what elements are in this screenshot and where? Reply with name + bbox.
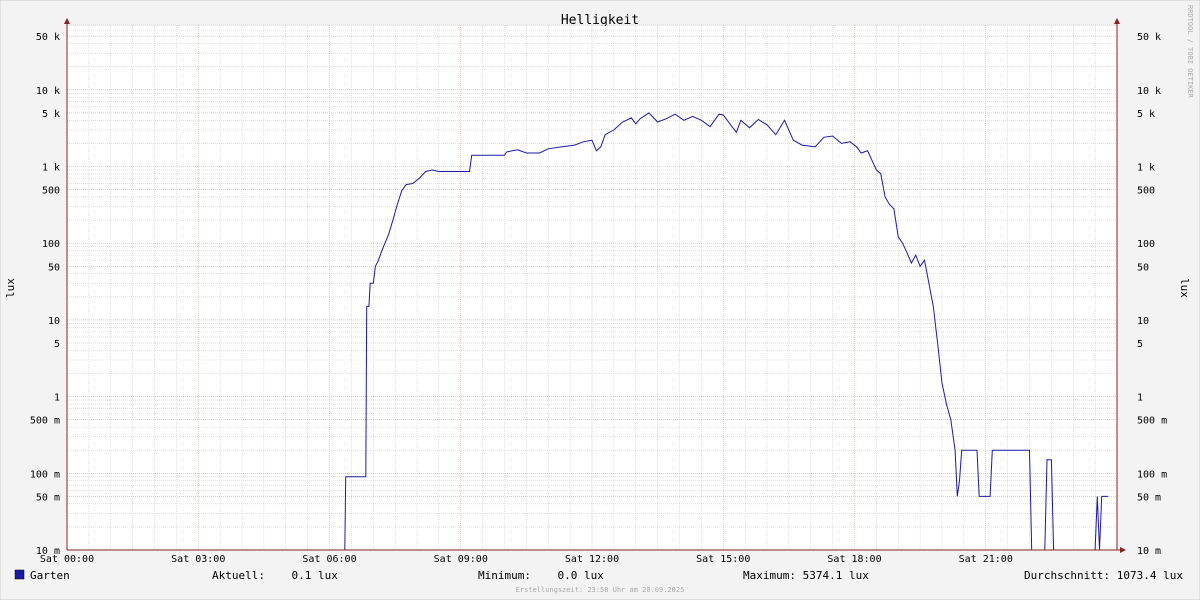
y-tick-label-left: 5 k (42, 109, 60, 120)
x-tick-label: Sat 12:00 (565, 554, 619, 565)
legend-maximum: Maximum: 5374.1 lux (743, 569, 869, 582)
legend-aktuell: Aktuell: 0.1 lux (212, 569, 338, 582)
brightness-chart: Helligkeit RRDTOOL / TOBI OETIKER lux lu… (0, 0, 1200, 600)
y-tick-label-right: 50 k (1137, 32, 1161, 43)
y-tick-label-left: 500 m (30, 416, 60, 427)
y-tick-label-left: 500 (42, 186, 60, 197)
y-axis-label-left: lux (4, 278, 17, 298)
y-tick-label-right: 10 (1137, 316, 1149, 327)
y-tick-label-right: 50 (1137, 262, 1149, 273)
chart-title: Helligkeit (561, 13, 639, 28)
legend-swatch-garten (14, 569, 25, 580)
y-tick-label-left: 100 (42, 239, 60, 250)
x-tick-label: Sat 06:00 (302, 554, 356, 565)
x-tick-label: Sat 03:00 (171, 554, 225, 565)
footer-timestamp: Erstellungszeit: 23:58 Uhr am 20.09.2025 (516, 586, 685, 594)
y-tick-label-left: 10 (48, 316, 60, 327)
y-tick-label-right: 1 k (1137, 163, 1155, 174)
y-tick-label-right: 10 m (1137, 546, 1161, 557)
y-tick-label-right: 5 (1137, 339, 1143, 350)
watermark: RRDTOOL / TOBI OETIKER (1186, 5, 1194, 99)
y-axis-label-right: lux (1178, 278, 1191, 298)
legend-minimum: Minimum: 0.0 lux (478, 569, 604, 582)
x-tick-label: Sat 00:00 (40, 554, 94, 565)
y-tick-label-left: 50 (48, 262, 60, 273)
x-tick-label: Sat 21:00 (959, 554, 1013, 565)
legend-durchschnitt: Durchschnitt: 1073.4 lux (1024, 569, 1183, 582)
y-tick-label-left: 1 k (42, 163, 60, 174)
legend-series-name: Garten (30, 569, 70, 582)
y-tick-label-right: 500 m (1137, 416, 1167, 427)
y-tick-label-left: 10 k (36, 86, 60, 97)
y-tick-label-right: 10 k (1137, 86, 1161, 97)
y-tick-label-right: 100 (1137, 239, 1155, 250)
x-tick-label: Sat 09:00 (434, 554, 488, 565)
y-tick-label-left: 1 (54, 393, 60, 404)
y-tick-label-right: 50 m (1137, 492, 1161, 503)
y-tick-label-right: 100 m (1137, 469, 1167, 480)
y-tick-label-right: 500 (1137, 186, 1155, 197)
y-tick-label-right: 1 (1137, 393, 1143, 404)
y-tick-label-left: 100 m (30, 469, 60, 480)
y-tick-label-right: 5 k (1137, 109, 1155, 120)
y-tick-label-left: 50 m (36, 492, 60, 503)
x-tick-label: Sat 15:00 (696, 554, 750, 565)
x-tick-label: Sat 18:00 (827, 554, 881, 565)
y-tick-label-left: 50 k (36, 32, 60, 43)
y-tick-label-left: 5 (54, 339, 60, 350)
